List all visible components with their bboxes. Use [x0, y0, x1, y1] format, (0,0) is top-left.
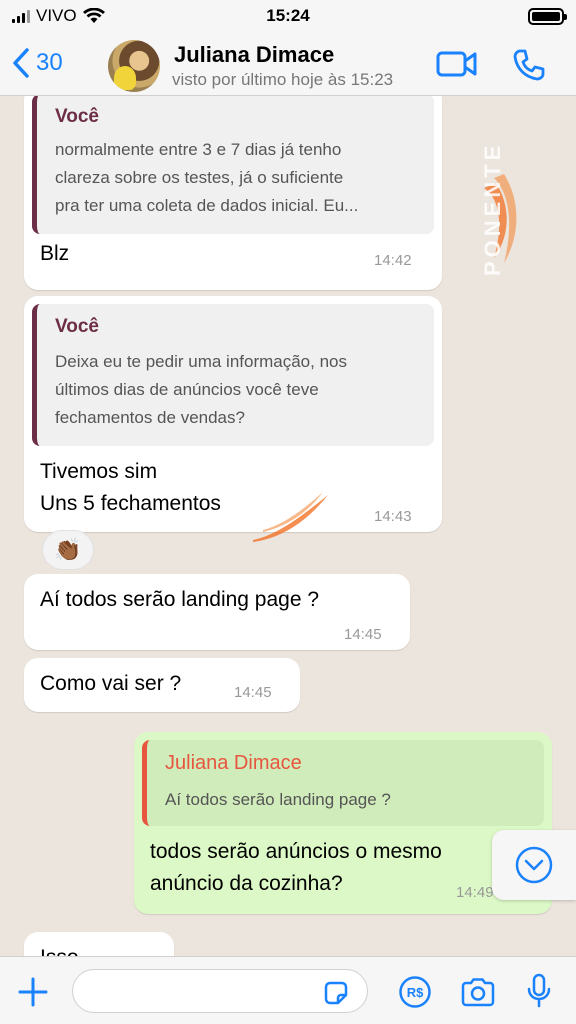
quote-line: fechamentos de vendas? — [55, 408, 245, 427]
plus-icon — [18, 977, 48, 1007]
message-bubble[interactable]: Você Deixa eu te pedir uma informação, n… — [24, 296, 442, 532]
microphone-icon — [527, 973, 551, 1008]
quote-line: Aí todos serão landing page ? — [165, 790, 391, 809]
sticker-button[interactable] — [322, 979, 350, 1012]
battery-icon — [528, 8, 567, 25]
message-text: todos serão anúncios o mesmo — [150, 840, 442, 863]
video-call-button[interactable] — [436, 50, 478, 83]
microphone-button[interactable] — [526, 973, 552, 1014]
message-time: 14:49 — [456, 884, 494, 901]
payment-button[interactable]: R$ — [398, 975, 432, 1014]
message-text: Aí todos serão landing page ? — [40, 588, 320, 611]
chevron-left-icon — [13, 48, 29, 78]
message-input-bar: R$ — [0, 956, 576, 1024]
contact-name[interactable]: Juliana Dimace — [174, 42, 334, 68]
quote-line: últimos dias de anúncios você teve — [55, 380, 319, 399]
camera-button[interactable] — [460, 977, 496, 1012]
contact-status: visto por último hoje às 15:23 — [172, 70, 394, 89]
message-bubble-outgoing[interactable]: Juliana Dimace Aí todos serão landing pa… — [134, 732, 552, 914]
chat-header: 30 Juliana Dimace visto por último hoje … — [0, 34, 576, 96]
camera-icon — [461, 978, 495, 1007]
quoted-message[interactable]: Você Deixa eu te pedir uma informação, n… — [32, 304, 434, 446]
svg-text:R$: R$ — [407, 985, 424, 1000]
video-camera-icon — [436, 51, 477, 77]
quoted-message[interactable]: Juliana Dimace Aí todos serão landing pa… — [142, 740, 544, 826]
message-time: 14:45 — [234, 684, 272, 701]
status-bar: VIVO 15:24 — [0, 0, 576, 34]
phone-icon — [513, 49, 545, 81]
quoted-message[interactable]: Você normalmente entre 3 e 7 dias já ten… — [32, 96, 434, 234]
message-text: Como vai ser ? — [40, 672, 182, 695]
message-text: Uns 5 fechamentos — [40, 492, 221, 515]
message-time: 14:42 — [374, 252, 412, 269]
message-text: Tivemos sim — [40, 460, 158, 483]
voice-call-button[interactable] — [512, 48, 546, 87]
watermark-text: PONENTE — [480, 141, 505, 276]
message-bubble[interactable]: Aí todos serão landing page ? 14:45 — [24, 574, 410, 650]
clock: 15:24 — [266, 6, 310, 25]
payment-icon: R$ — [399, 976, 431, 1008]
quote-line: pra ter uma coleta de dados inicial. Eu.… — [55, 196, 359, 215]
back-button[interactable]: 30 — [12, 48, 63, 78]
message-text: Isso — [40, 942, 79, 956]
quote-author: Juliana Dimace — [165, 752, 302, 774]
message-bubble[interactable]: Você normalmente entre 3 e 7 dias já ten… — [24, 96, 442, 290]
reaction-badge[interactable]: 👏🏾 — [42, 530, 94, 570]
message-bubble[interactable]: Isso — [24, 932, 174, 956]
chat-area[interactable]: Você normalmente entre 3 e 7 dias já ten… — [0, 96, 576, 956]
message-text: Blz — [40, 242, 70, 265]
message-time: 14:45 — [344, 626, 382, 643]
message-text: anúncio da cozinha? — [150, 872, 343, 895]
contact-avatar[interactable] — [108, 40, 160, 92]
unread-count: 30 — [36, 49, 63, 76]
scroll-to-bottom-button[interactable] — [492, 830, 576, 900]
attach-button[interactable] — [16, 975, 50, 1014]
watermark-logo-icon — [253, 492, 328, 542]
message-bubble[interactable]: Como vai ser ? 14:45 — [24, 658, 300, 712]
quote-author: Você — [55, 316, 100, 337]
quote-author: Você — [55, 106, 100, 127]
quote-line: normalmente entre 3 e 7 dias já tenho — [55, 140, 342, 159]
chevron-down-icon — [515, 846, 553, 884]
quote-line: Deixa eu te pedir uma informação, nos — [55, 352, 347, 371]
quote-line: clareza sobre os testes, já o suficiente — [55, 168, 344, 187]
message-time: 14:43 — [374, 508, 412, 525]
sticker-icon — [324, 981, 348, 1005]
